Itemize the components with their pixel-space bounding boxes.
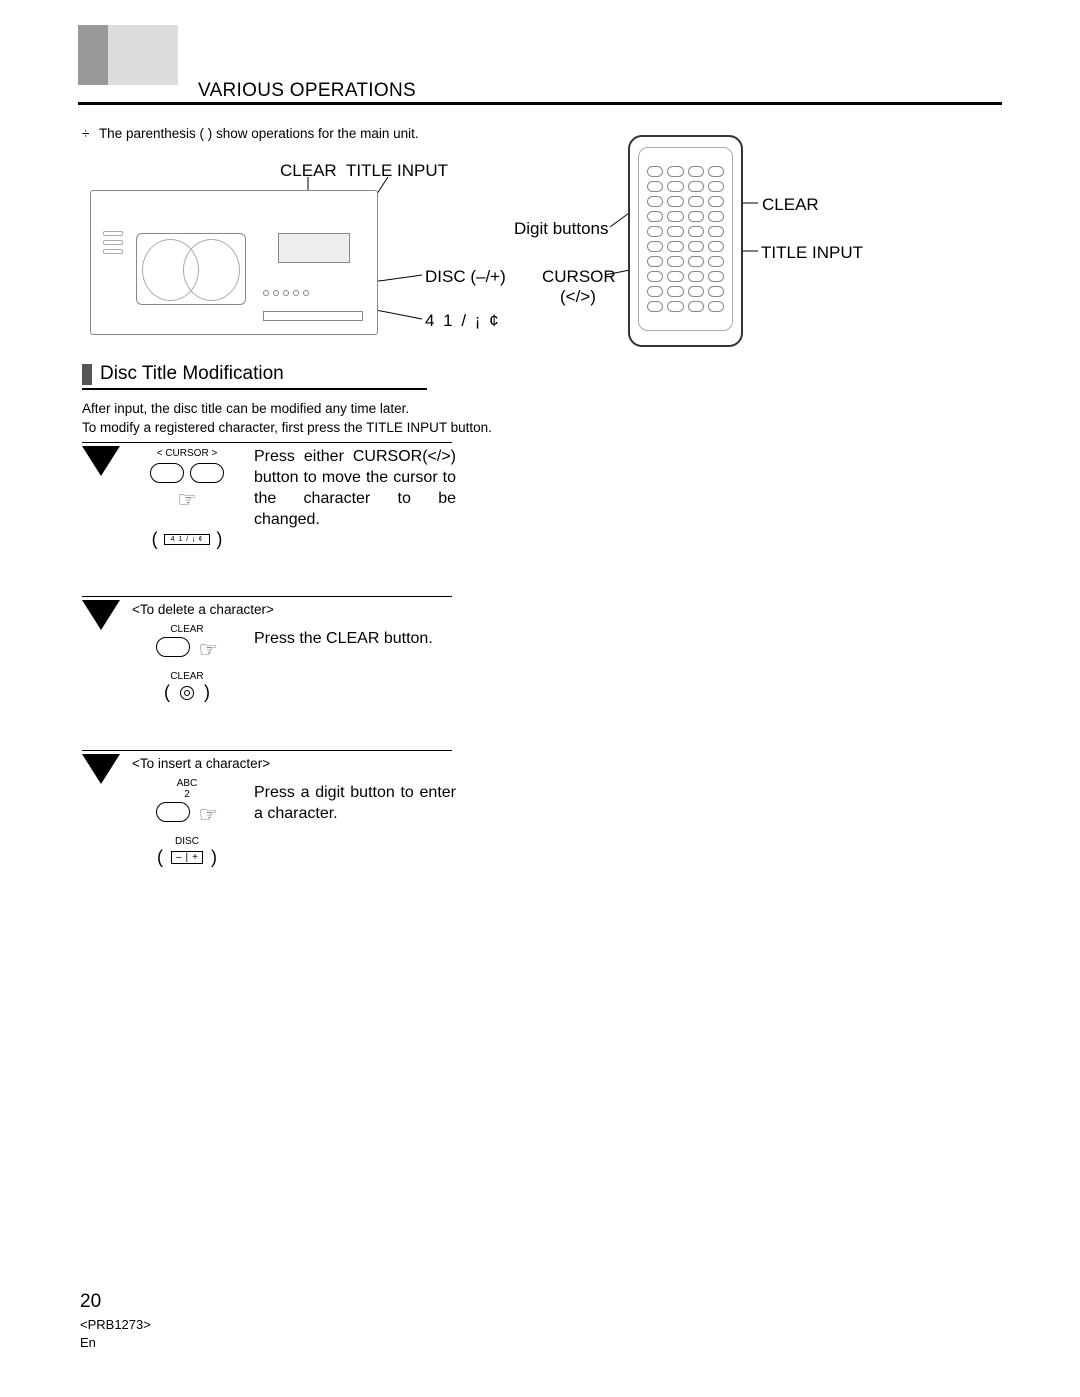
step-delete: <To delete a character> CLEAR ☞ CLEAR ( …: [82, 596, 452, 746]
remote-button-grid: [647, 166, 724, 312]
header-rule: [78, 102, 1002, 105]
section-heading-block-icon: [82, 364, 92, 385]
main-unit-illustration: [90, 190, 378, 335]
remote-inner: [638, 147, 733, 331]
mu-disc-carousel: [136, 233, 246, 305]
main-unit-note: ÷ The parenthesis ( ) show operations fo…: [82, 126, 419, 141]
section-heading: Disc Title Modification: [82, 363, 427, 385]
step3-body: Press a digit button to enter a characte…: [254, 782, 456, 824]
panel-text: 4 1 / ¡ ¢: [164, 534, 211, 545]
step2-illustration: CLEAR ☞ CLEAR ( ): [127, 624, 247, 703]
controls-diagram: CLEAR TITLE INPUT DISC (–/+) 4 1 / ¡ ¢ D…: [80, 155, 1000, 355]
step-rule: [82, 596, 452, 597]
clear-label-bottom: CLEAR: [127, 671, 247, 682]
step1-body: Press either CURSOR(</>) button to move …: [254, 446, 456, 530]
mu-circle-buttons: [263, 290, 309, 296]
down-arrow-icon: [82, 446, 120, 476]
bullet-icon: ÷: [82, 126, 89, 141]
step2-heading: <To delete a character>: [132, 602, 274, 617]
intro-line-1: After input, the disc title can be modif…: [82, 400, 492, 419]
mu-display: [278, 233, 350, 263]
step-rule: [82, 442, 452, 443]
down-arrow-icon: [82, 754, 120, 784]
tab-light: [108, 25, 178, 85]
cursor-left: <: [157, 448, 163, 459]
cursor-left-button: [150, 463, 184, 483]
footer-lang: En: [80, 1334, 151, 1352]
paren-close: ): [204, 682, 210, 703]
abc-label: ABC: [127, 778, 247, 789]
step3-heading: <To insert a character>: [132, 756, 270, 771]
pointing-hand-icon: ☞: [198, 802, 218, 827]
mu-side-buttons: [103, 231, 123, 258]
clear-button: [156, 637, 190, 657]
cursor-right: >: [211, 448, 217, 459]
unit-clear-button-icon: [180, 686, 194, 700]
down-arrow-icon: [82, 600, 120, 630]
paren-open: (: [164, 682, 170, 703]
cursor-top-label: < CURSOR >: [127, 448, 247, 459]
step1-illustration: < CURSOR > ☞ ( 4 1 / ¡ ¢ ): [127, 448, 247, 550]
section-title-text: Disc Title Modification: [100, 363, 284, 385]
mu-lower-bar: [263, 311, 363, 321]
footer-code: <PRB1273>: [80, 1316, 151, 1334]
paren-close: ): [211, 847, 217, 868]
section-underline: [82, 388, 427, 390]
pointing-hand-icon: ☞: [198, 637, 218, 662]
pointing-hand-icon: ☞: [127, 487, 247, 513]
page-thumb-tab: [78, 25, 178, 85]
page-header-title: VARIOUS OPERATIONS: [198, 80, 416, 102]
paren-open: (: [152, 529, 158, 550]
digit-button: [156, 802, 190, 822]
clear-label-top: CLEAR: [127, 624, 247, 635]
page-footer: 20 <PRB1273> En: [80, 1289, 151, 1352]
paren-open: (: [157, 847, 163, 868]
cursor-mid: CURSOR: [165, 448, 208, 459]
step-insert: <To insert a character> ABC 2 ☞ DISC ( –…: [82, 750, 452, 910]
note-text: The parenthesis ( ) show operations for …: [99, 126, 419, 141]
digit-2-label: 2: [127, 789, 247, 800]
step2-body: Press the CLEAR button.: [254, 628, 456, 649]
paren-close: ): [216, 529, 222, 550]
step3-illustration: ABC 2 ☞ DISC ( –|+ ): [127, 778, 247, 868]
tab-dark: [78, 25, 108, 85]
cursor-right-button: [190, 463, 224, 483]
page-number: 20: [80, 1289, 151, 1316]
step-rule: [82, 750, 452, 751]
disc-label: DISC: [127, 836, 247, 847]
section-intro: After input, the disc title can be modif…: [82, 400, 492, 438]
step-cursor: < CURSOR > ☞ ( 4 1 / ¡ ¢ ) Press either …: [82, 442, 452, 592]
disc-minus-plus-icon: –|+: [171, 851, 203, 864]
intro-line-2: To modify a registered character, first …: [82, 419, 492, 438]
remote-illustration: [628, 135, 743, 347]
